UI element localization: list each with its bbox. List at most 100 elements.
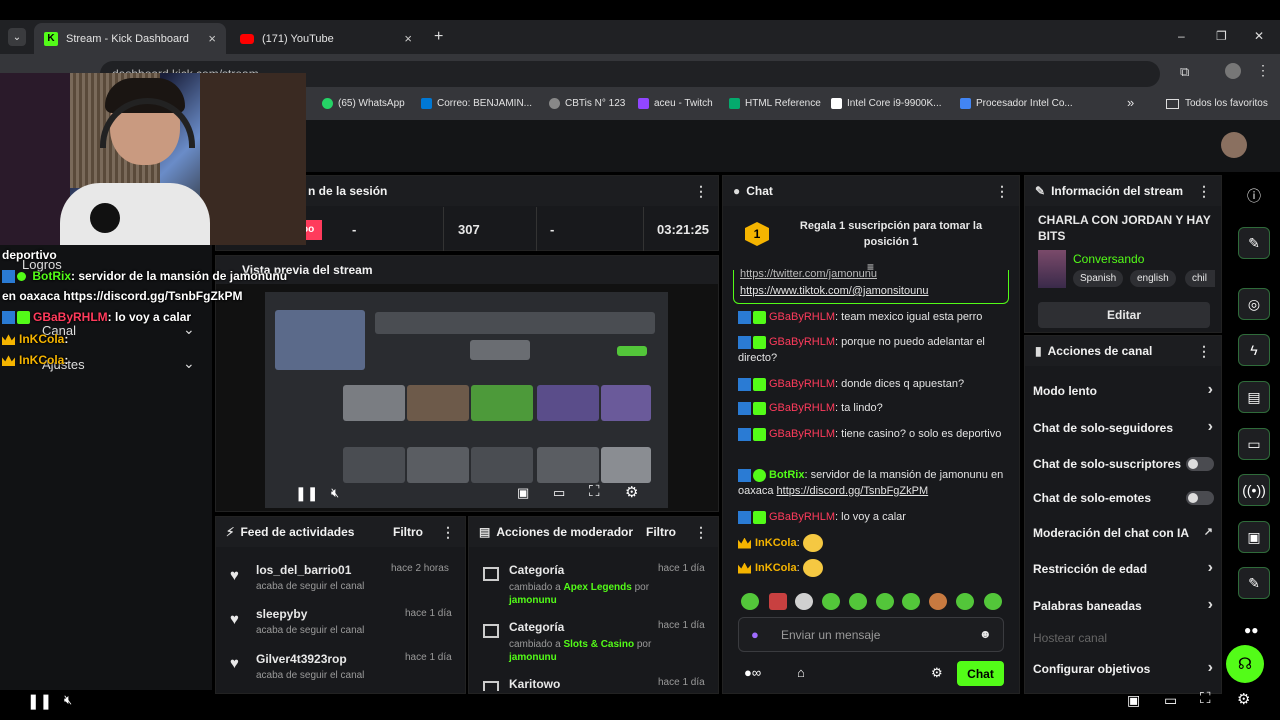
more-options-icon[interactable]: ⋮ xyxy=(441,524,455,541)
more-options-icon[interactable]: ⋮ xyxy=(1197,343,1211,360)
chat-settings-icon[interactable]: ⚙ xyxy=(931,665,943,681)
filter-button[interactable]: Filtro xyxy=(646,525,676,539)
more-options-icon[interactable]: ⋮ xyxy=(1197,183,1211,200)
bookmark-cbtis[interactable]: CBTis N° 123 xyxy=(549,98,625,109)
fullscreen-icon[interactable]: ⛶ xyxy=(1200,690,1211,707)
bookmark-whatsapp[interactable]: (65) WhatsApp xyxy=(322,98,405,109)
fullscreen-icon[interactable]: ⛶ xyxy=(589,483,600,500)
camera-icon[interactable]: ◎ xyxy=(1238,288,1270,320)
emote-icon[interactable] xyxy=(822,593,840,610)
pencil-icon[interactable]: ✎ xyxy=(1238,227,1270,259)
emote-icon[interactable] xyxy=(929,593,947,610)
support-headset-icon[interactable]: ☊ xyxy=(1226,645,1264,683)
chat-username[interactable]: GBaByRHLM xyxy=(769,428,835,440)
info-icon[interactable]: ⓘ xyxy=(1238,180,1270,212)
action-slow-mode[interactable]: Modo lento › xyxy=(1033,381,1213,398)
chat-username[interactable]: GBaByRHLM xyxy=(769,311,835,323)
bookmarks-overflow-button[interactable]: » xyxy=(1127,95,1134,110)
document-icon[interactable]: ▤ xyxy=(1238,381,1270,413)
chat-username[interactable]: GBaByRHLM xyxy=(769,378,835,390)
bookmark-correo[interactable]: Correo: BENJAMIN... xyxy=(421,98,532,109)
close-window-button[interactable]: ✕ xyxy=(1254,29,1264,43)
chat-username[interactable]: InKCola xyxy=(755,562,797,574)
chat-username[interactable]: BotRix xyxy=(769,469,804,481)
emote-icon[interactable] xyxy=(902,593,920,610)
pip-icon[interactable]: ▣ xyxy=(517,485,529,501)
pause-icon[interactable]: ❚❚ xyxy=(295,485,318,502)
points-icon[interactable]: ●∞ xyxy=(744,665,761,680)
user-avatar[interactable] xyxy=(1221,132,1247,158)
minimize-button[interactable]: – xyxy=(1178,29,1185,43)
chat-username[interactable]: GBaByRHLM xyxy=(769,511,835,523)
emote-icon[interactable] xyxy=(741,593,759,610)
bookmark-html-reference[interactable]: HTML Reference xyxy=(729,98,821,109)
new-tab-button[interactable]: + xyxy=(434,28,443,46)
emote-icon[interactable] xyxy=(769,593,787,610)
chat-link[interactable]: https://discord.gg/TsnbFgZkPM xyxy=(777,485,929,497)
chat-bubble-icon[interactable]: ▭ xyxy=(1238,428,1270,460)
browser-menu-icon[interactable]: ⋮ xyxy=(1256,62,1270,79)
lightning-icon[interactable]: ϟ xyxy=(1238,334,1270,366)
tab-youtube[interactable]: (171) YouTube × xyxy=(230,23,422,54)
action-age-restriction[interactable]: Restricción de edad › xyxy=(1033,559,1213,576)
tag-chip[interactable]: english xyxy=(1130,270,1176,287)
settings-gear-icon[interactable]: ⚙ xyxy=(625,483,638,501)
extensions-icon[interactable]: ⧉ xyxy=(1180,64,1189,80)
emote-icon[interactable] xyxy=(795,593,813,610)
subs-only-toggle[interactable] xyxy=(1186,457,1214,471)
emote-icon[interactable] xyxy=(876,593,894,610)
chat-username[interactable]: GBaByRHLM xyxy=(769,336,835,348)
gift-sub-prompt[interactable]: Regala 1 suscripción para tomar la posic… xyxy=(791,218,991,250)
all-favorites-folder[interactable]: Todos los favoritos xyxy=(1166,98,1268,109)
follower-name[interactable]: Gilver4t3923rop xyxy=(256,652,347,666)
bookmark-twitch[interactable]: aceu - Twitch xyxy=(638,98,713,109)
chevron-down-icon[interactable]: ⌄ xyxy=(183,355,195,372)
tab-close-icon[interactable]: × xyxy=(404,31,412,46)
emotes-only-toggle[interactable] xyxy=(1186,491,1214,505)
theater-icon[interactable]: ▭ xyxy=(553,485,565,501)
tag-chip[interactable]: Spanish xyxy=(1073,270,1124,287)
mute-icon[interactable]: 🔇︎ xyxy=(331,485,339,501)
points-icon[interactable]: ●● xyxy=(1244,623,1259,637)
more-options-icon[interactable]: ⋮ xyxy=(694,183,708,200)
tab-search-button[interactable]: ⌄ xyxy=(8,28,26,46)
tab-close-icon[interactable]: × xyxy=(208,31,216,46)
bookmark-intel-i9[interactable]: Intel Core i9-9900K... xyxy=(831,98,942,109)
mute-icon[interactable]: 🔇︎ xyxy=(64,692,72,708)
chat-username[interactable]: GBaByRHLM xyxy=(769,402,835,414)
broadcast-icon[interactable]: ((•)) xyxy=(1238,474,1270,506)
follower-name[interactable]: los_del_barrio01 xyxy=(256,563,351,577)
pause-icon[interactable]: ❚❚ xyxy=(27,692,52,710)
more-options-icon[interactable]: ⋮ xyxy=(995,183,1009,200)
more-options-icon[interactable]: ⋮ xyxy=(694,524,708,541)
store-icon[interactable]: ⌂ xyxy=(797,665,805,680)
wrench-icon[interactable]: ✎ xyxy=(1238,567,1270,599)
settings-gear-icon[interactable]: ⚙ xyxy=(1237,690,1250,708)
edit-button[interactable]: Editar xyxy=(1038,302,1210,328)
filter-button[interactable]: Filtro xyxy=(393,525,423,539)
chat-username[interactable]: InKCola xyxy=(755,537,797,549)
action-ai-moderation[interactable]: Moderación del chat con IA ↗ xyxy=(1033,526,1213,540)
microphone-icon[interactable]: ● xyxy=(751,627,759,642)
follower-name[interactable]: sleepyby xyxy=(256,607,307,621)
send-chat-button[interactable]: Chat xyxy=(957,661,1004,686)
action-configure-goals[interactable]: Configurar objetivos › xyxy=(1033,659,1213,676)
emote-icon[interactable] xyxy=(956,593,974,610)
stream-preview-video[interactable]: ❚❚ 🔇︎ ▣ ▭ ⛶ ⚙ xyxy=(265,292,668,508)
tag-chip[interactable]: chil xyxy=(1185,270,1215,287)
emote-icon[interactable] xyxy=(984,593,1002,610)
pip-icon[interactable]: ▣ xyxy=(1127,692,1140,709)
emote-icon[interactable] xyxy=(849,593,867,610)
stream-icon[interactable]: ▣ xyxy=(1238,521,1270,553)
maximize-button[interactable]: ❐ xyxy=(1216,29,1227,43)
action-banned-words[interactable]: Palabras baneadas › xyxy=(1033,596,1213,613)
tab-kick-dashboard[interactable]: K Stream - Kick Dashboard × xyxy=(34,23,226,54)
chat-input[interactable]: ● Enviar un mensaje ☻ xyxy=(738,617,1004,652)
emoji-icon[interactable]: ☻ xyxy=(979,627,992,641)
bookmark-procesador[interactable]: Procesador Intel Co... xyxy=(960,98,1073,109)
pinned-link[interactable]: https://twitter.com/jamonunu xyxy=(740,268,877,280)
pinned-link[interactable]: https://www.tiktok.com/@jamonsitounu xyxy=(740,285,928,297)
category-name[interactable]: Conversando xyxy=(1073,252,1144,266)
action-followers-only[interactable]: Chat de solo-seguidores › xyxy=(1033,418,1213,435)
profile-avatar[interactable] xyxy=(1225,63,1241,79)
